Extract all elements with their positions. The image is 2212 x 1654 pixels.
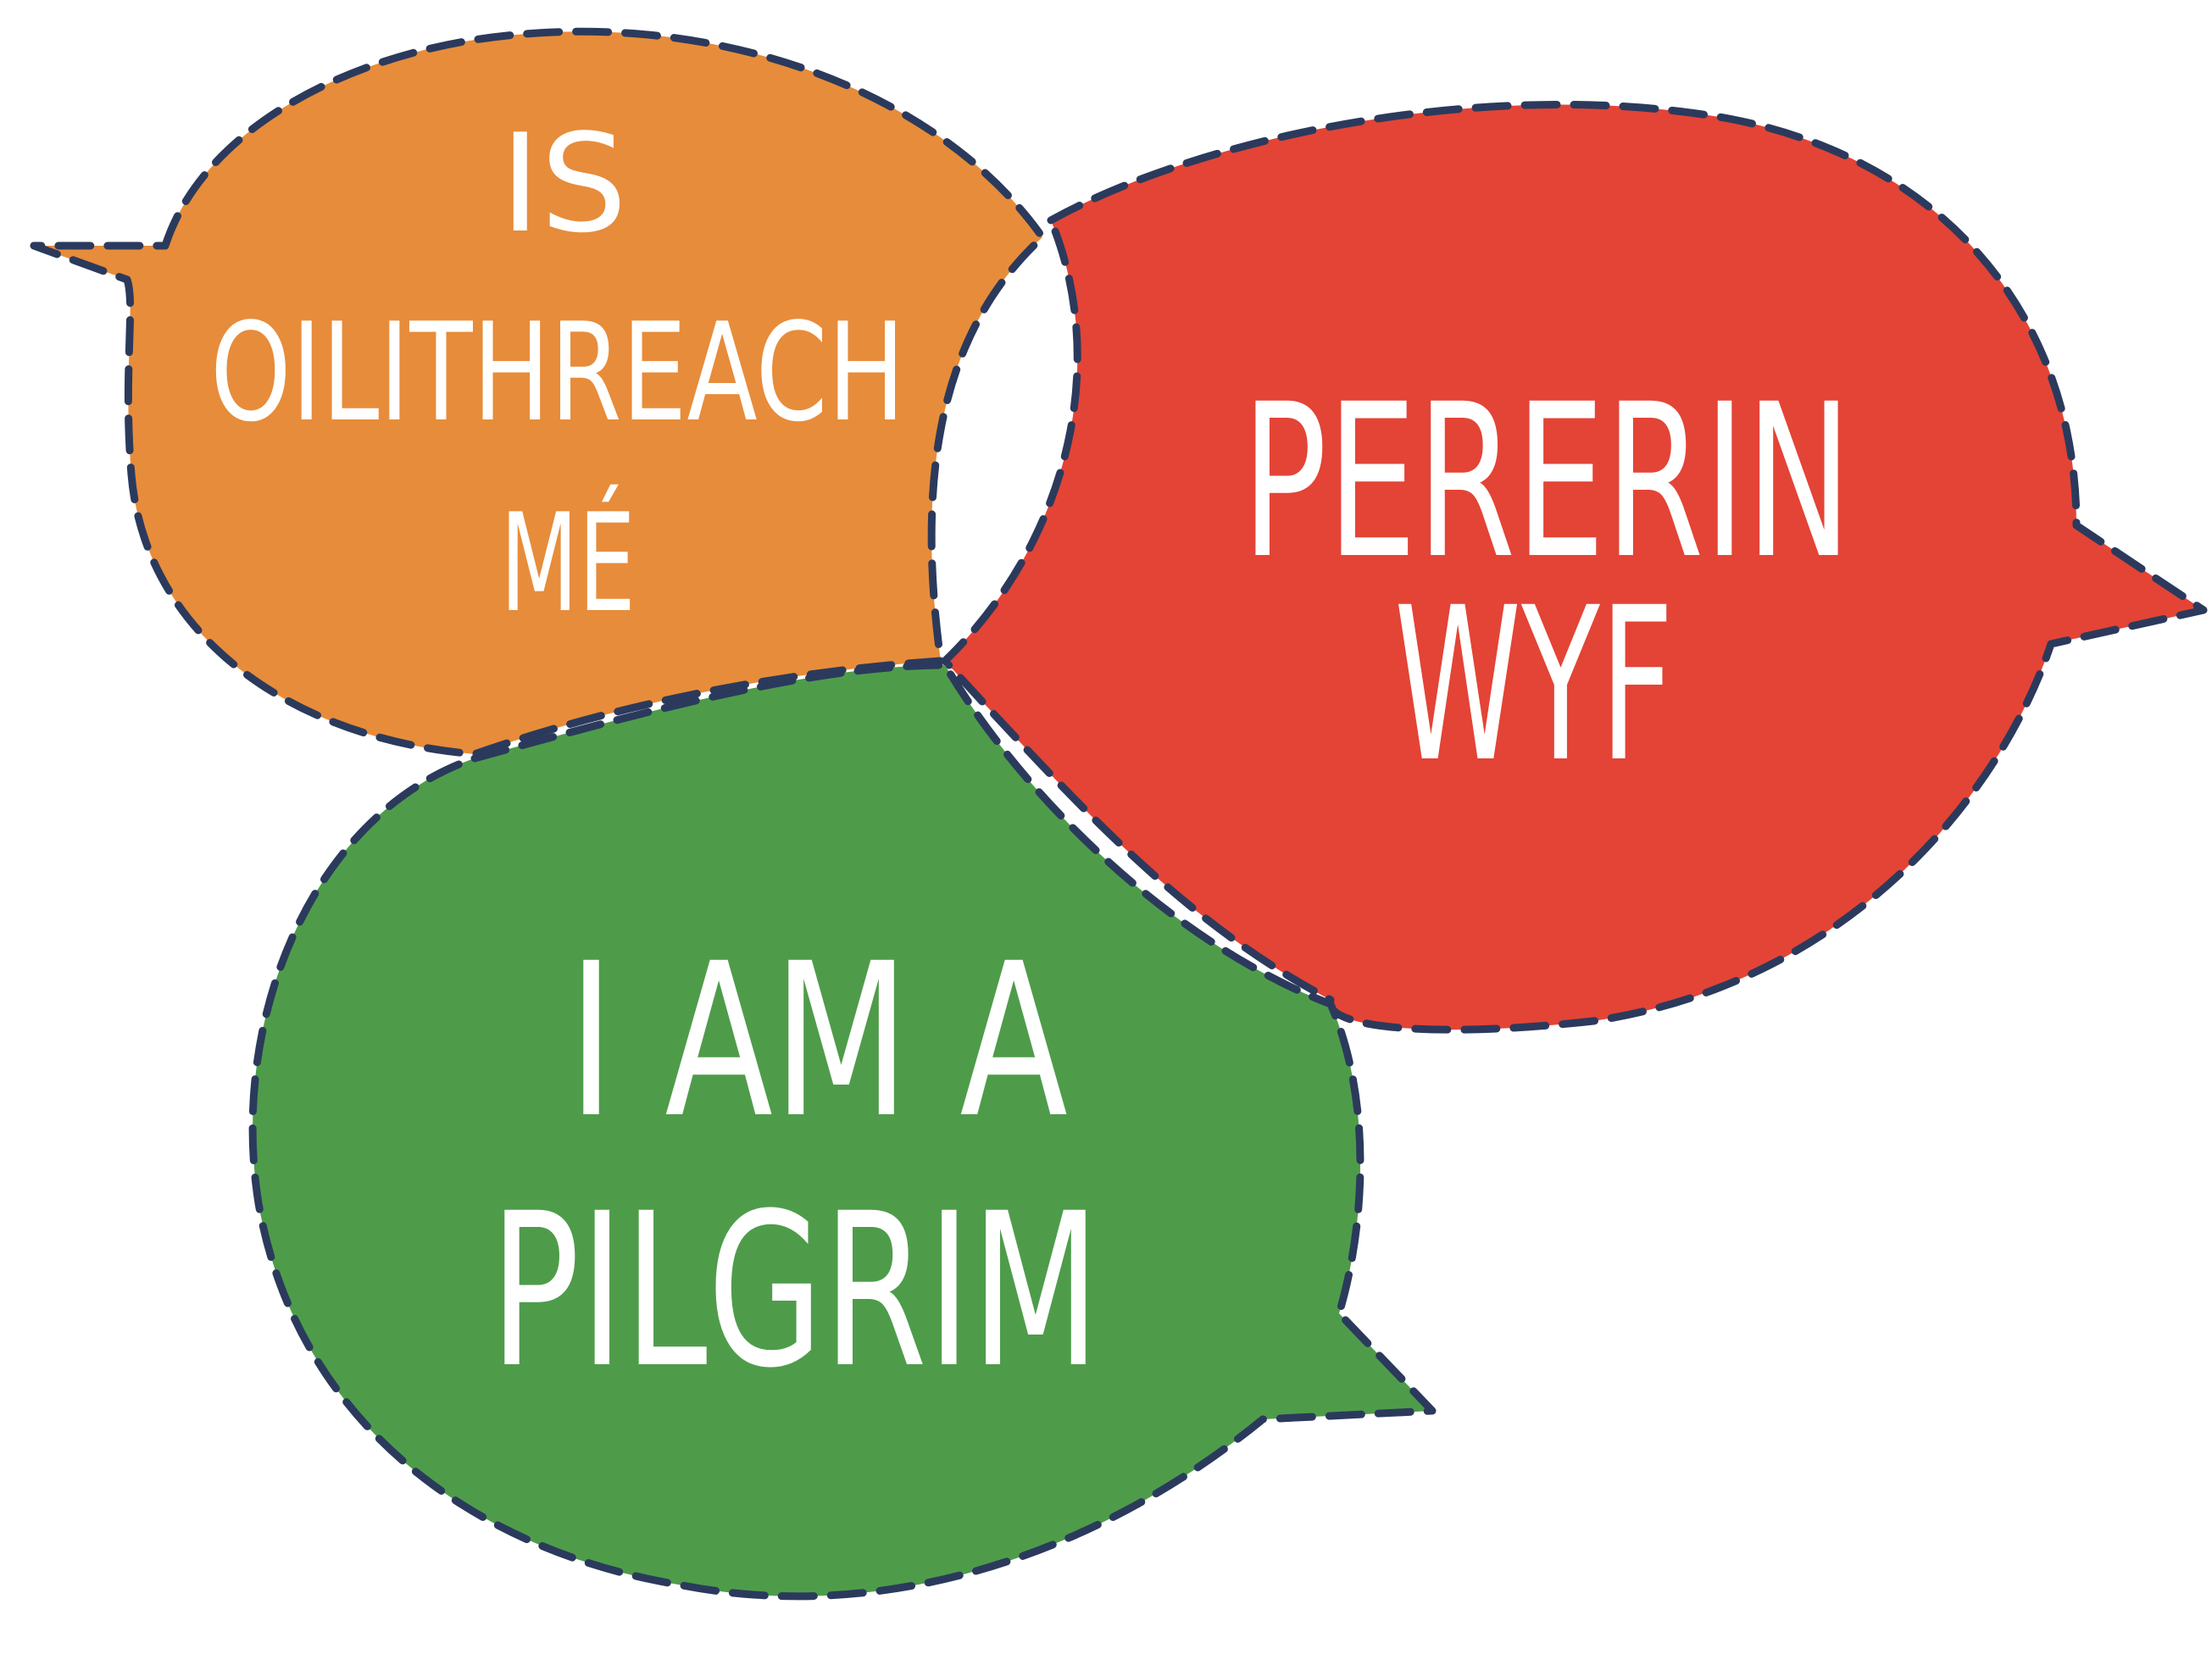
bubble-irish-line-2: OILITHREACH xyxy=(210,293,905,452)
speech-bubbles-graphic: IS OILITHREACH MÉ PERERIN WYF I AM A PIL… xyxy=(0,0,2212,1654)
bubble-irish-line-3: MÉ xyxy=(500,484,636,642)
bubble-english-line-1: I AM A xyxy=(568,918,1068,1164)
bubble-irish-line-1: IS xyxy=(500,104,627,263)
bubble-english-line-2: PILGRIM xyxy=(490,1168,1100,1414)
bubble-welsh-line-2: WYF xyxy=(1394,562,1674,808)
